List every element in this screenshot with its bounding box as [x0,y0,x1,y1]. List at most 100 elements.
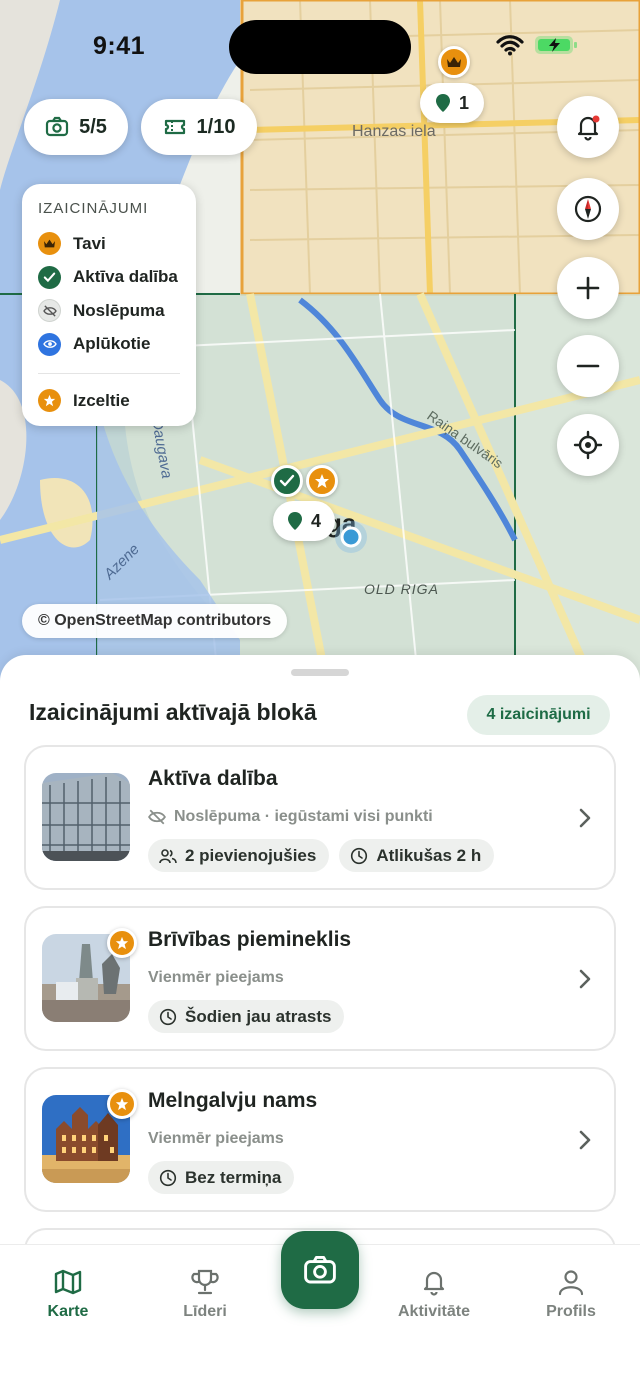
map-attribution[interactable]: © OpenStreetMap contributors [22,604,288,638]
map-legend: IZAICINĀJUMI Tavi Aktīva dalība Noslēpum… [22,184,196,426]
star-icon [115,936,129,950]
challenge-subtitle: Vienmēr pieejams [148,969,284,987]
tab-map[interactable]: Karte [8,1267,128,1321]
chip-label: 2 pievienojušies [185,845,317,865]
chip-label: Bez termiņa [185,1167,282,1187]
legend-item-label: Tavi [73,233,106,253]
ticket-icon [164,119,185,135]
challenge-title: Aktīva dalība [148,767,278,790]
star-icon [315,474,329,488]
tab-label: Karte [47,1303,89,1320]
challenge-chips: Bez termiņa [148,1161,295,1194]
map-marker-cluster-center[interactable]: 4 [273,501,335,541]
camera-icon [45,116,69,137]
challenge-card[interactable]: Aktīva dalība Noslēpuma · iegūstami visi… [24,745,616,890]
legend-item-active: Aktīva dalība [38,261,180,295]
challenge-chips: 2 pievienojušies Atlikušas 2 h [148,839,495,872]
sheet-drag-handle[interactable] [291,669,349,676]
tickets-counter-value: 1/10 [196,115,236,138]
status-icons [496,34,578,56]
challenge-chips: Šodien jau atrasts [148,1000,345,1033]
crown-badge[interactable] [438,46,470,78]
star-icon [38,389,61,413]
challenge-card[interactable]: Melngalvju nams Vienmēr pieejams Bez ter… [24,1067,616,1212]
challenge-subtitle-text: Vienmēr pieejams [148,1130,284,1147]
bell-icon [577,115,600,141]
clock-icon [159,1008,177,1025]
legend-item-label: Noslēpuma [73,300,165,320]
star-icon [115,1097,129,1111]
legend-item-mystery: Noslēpuma [38,294,180,328]
status-time: 9:41 [93,32,146,60]
participants-chip: 2 pievienojušies [148,839,330,872]
zoom-out-button[interactable] [557,335,619,397]
legend-item-label: Izceltie [73,390,130,410]
wifi-icon [496,35,524,56]
legend-item-viewed: Aplūkotie [38,328,180,362]
map-label-old-riga: OLD RIGA [364,581,439,597]
chip-label: Atlikušas 2 h [376,845,482,865]
eye-off-icon [148,809,166,825]
zoom-in-button[interactable] [557,257,619,319]
map-marker-count: 1 [458,92,469,113]
tab-activity[interactable]: Aktivitāte [374,1267,494,1321]
tab-label: Aktivitāte [397,1303,471,1320]
tab-profile[interactable]: Profils [511,1267,631,1321]
check-icon [38,265,61,289]
eye-icon [38,332,61,356]
legend-item-yours: Tavi [38,227,180,261]
challenge-subtitle-text: Vienmēr pieejams [148,969,284,986]
legend-title: IZAICINĀJUMI [38,200,149,217]
clock-icon [159,1169,177,1186]
no-deadline-chip: Bez termiņa [148,1161,295,1194]
active-badge[interactable] [271,465,303,497]
map-pin-icon [435,94,450,112]
highlighted-badge[interactable] [306,465,338,497]
chevron-right-icon [579,808,591,828]
highlighted-star-badge [107,928,137,958]
trophy-icon [191,1269,219,1295]
camera-icon [304,1255,336,1284]
crosshair-icon [573,430,603,460]
bell-icon [423,1271,445,1296]
photos-counter-value: 5/5 [79,115,107,138]
time-left-chip: Atlikušas 2 h [339,839,495,872]
eye-off-icon [38,299,61,323]
tab-leaders[interactable]: Līderi [145,1267,265,1321]
challenge-subtitle-text: Noslēpuma · iegūstami visi punkti [174,808,433,825]
map-icon [54,1269,82,1295]
dynamic-island [229,20,411,74]
challenge-subtitle: Vienmēr pieejams [148,1130,284,1148]
crown-icon [38,232,61,256]
tickets-counter-pill[interactable]: 1/10 [141,99,257,155]
tab-label: Līderi [183,1303,227,1320]
found-today-chip: Šodien jau atrasts [148,1000,345,1033]
locate-me-button[interactable] [557,414,619,476]
map-label-hanzas: Hanzas iela [352,123,436,140]
photos-counter-pill[interactable]: 5/5 [24,99,128,155]
sheet-title: Izaicinājumi aktīvajā blokā [29,699,317,725]
compass-button[interactable] [557,178,619,240]
map-view[interactable]: Hanzas iela Raiņa bulvāris Riga OLD RIGA… [0,0,640,700]
legend-item-label: Aktīva dalība [73,267,178,287]
legend-divider [38,373,180,374]
notifications-button[interactable] [557,96,619,158]
map-marker-count: 4 [310,510,321,531]
tab-bar: Karte Līderi Aktivitāte Profils [0,1231,640,1390]
challenge-card[interactable]: Brīvības piemineklis Vienmēr pieejams Šo… [24,906,616,1051]
highlighted-star-badge [107,1089,137,1119]
challenge-subtitle: Noslēpuma · iegūstami visi punkti [148,808,433,826]
check-icon [279,474,295,487]
compass-icon [574,195,602,223]
chevron-right-icon [579,1130,591,1150]
crown-icon [447,57,461,67]
plus-icon [576,276,600,300]
clock-icon [351,847,368,864]
capture-photo-button[interactable] [281,1231,359,1309]
challenge-thumbnail [42,773,130,861]
challenges-count-chip: 4 izaicinājumi [467,695,610,735]
users-icon [159,848,177,863]
chevron-right-icon [579,969,591,989]
user-icon [558,1270,584,1296]
map-marker-cluster-top[interactable]: 1 [420,83,484,123]
